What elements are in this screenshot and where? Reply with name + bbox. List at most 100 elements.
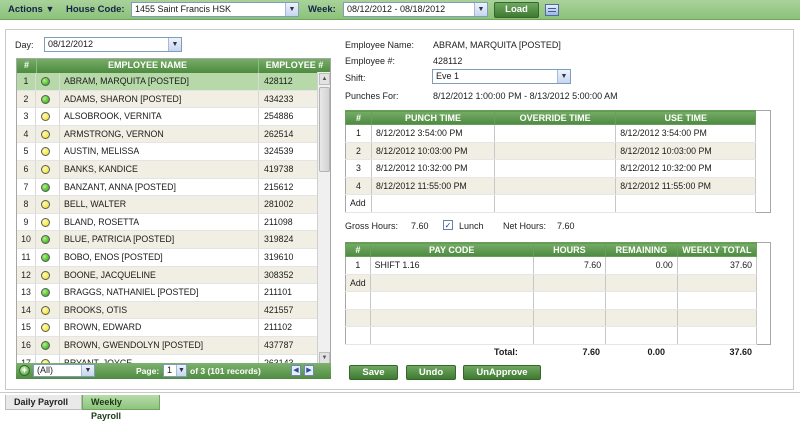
empty-cell bbox=[370, 274, 534, 292]
save-button[interactable]: Save bbox=[349, 365, 398, 380]
col-header-num[interactable]: # bbox=[345, 242, 371, 257]
use-time-cell[interactable]: 8/12/2012 10:03:00 PM bbox=[615, 142, 757, 160]
undo-button[interactable]: Undo bbox=[406, 365, 456, 380]
table-row[interactable]: 8 BELL, WALTER 281002 bbox=[17, 196, 319, 214]
employee-number: 308352 bbox=[258, 266, 319, 284]
net-hours-value: 7.60 bbox=[557, 221, 575, 231]
punch-time-cell[interactable]: 8/12/2012 10:03:00 PM bbox=[371, 142, 496, 160]
scroll-thumb[interactable] bbox=[319, 87, 330, 172]
tab-weekly-payroll[interactable]: Weekly Payroll bbox=[82, 395, 160, 421]
shift-select[interactable]: Eve 1 ▼ bbox=[432, 69, 571, 84]
chevron-down-icon[interactable]: ▼ bbox=[285, 3, 298, 16]
table-row[interactable]: 1 ABRAM, MARQUITA [POSTED] 428112 bbox=[17, 73, 319, 91]
col-header-override-time[interactable]: OVERRIDE TIME bbox=[494, 110, 617, 125]
table-row[interactable]: 10 BLUE, PATRICIA [POSTED] 319824 bbox=[17, 231, 319, 249]
empty-cell bbox=[605, 274, 678, 292]
day-select[interactable]: 08/12/2012 ▼ bbox=[44, 37, 182, 52]
unapprove-button[interactable]: UnApprove bbox=[463, 365, 541, 380]
punch-time-cell[interactable]: 8/12/2012 10:32:00 PM bbox=[371, 159, 496, 178]
calendar-dropdown-icon[interactable]: ▼ bbox=[168, 38, 181, 51]
col-header-punch-time[interactable]: PUNCH TIME bbox=[370, 110, 496, 125]
use-time-cell[interactable]: 8/12/2012 3:54:00 PM bbox=[615, 124, 757, 143]
table-row[interactable]: 2 8/12/2012 10:03:00 PM 8/12/2012 10:03:00… bbox=[345, 142, 771, 160]
employee-name: AUSTIN, MELISSA bbox=[59, 143, 257, 160]
lunch-checkbox[interactable]: ✓ bbox=[443, 220, 453, 230]
row-number: 14 bbox=[17, 301, 36, 319]
row-number: 3 bbox=[17, 108, 36, 125]
page-select[interactable]: 1 ▼ bbox=[163, 364, 187, 377]
add-icon[interactable]: + bbox=[19, 365, 30, 376]
punch-time-cell[interactable]: 8/12/2012 3:54:00 PM bbox=[371, 124, 496, 143]
row-number: 10 bbox=[17, 231, 36, 248]
table-row[interactable]: 7 BANZANT, ANNA [POSTED] 215612 bbox=[17, 178, 319, 197]
table-row[interactable]: 5 AUSTIN, MELISSA 324539 bbox=[17, 143, 319, 161]
row-number: 7 bbox=[17, 178, 36, 196]
load-button[interactable]: Load bbox=[494, 2, 539, 18]
table-row[interactable]: 11 BOBO, ENOS [POSTED] 319610 bbox=[17, 249, 319, 267]
table-row[interactable]: 1 SHIFT 1.16 7.60 0.00 37.60 bbox=[345, 256, 771, 275]
gross-hours-label: Gross Hours: bbox=[345, 221, 399, 231]
override-time-cell[interactable] bbox=[494, 124, 617, 143]
chevron-down-icon[interactable]: ▼ bbox=[176, 365, 186, 376]
col-header-use-time[interactable]: USE TIME bbox=[615, 110, 757, 125]
punch-time-cell[interactable]: 8/12/2012 11:55:00 PM bbox=[371, 177, 496, 195]
actions-label[interactable]: Actions bbox=[8, 4, 43, 15]
use-time-cell[interactable]: 8/12/2012 10:32:00 PM bbox=[615, 159, 757, 178]
add-pay-code-row[interactable]: Add bbox=[345, 274, 771, 292]
next-page-icon[interactable]: ▶ bbox=[304, 365, 314, 376]
previous-page-icon[interactable]: ◀ bbox=[291, 365, 301, 376]
status-filter-select[interactable]: (All) ▼ bbox=[33, 364, 95, 377]
col-header-num[interactable]: # bbox=[17, 59, 36, 73]
table-row[interactable]: 6 BANKS, KANDICE 419738 bbox=[17, 161, 319, 179]
employee-grid-scrollbar[interactable]: ▲ ▼ bbox=[317, 72, 330, 365]
col-header-remaining[interactable]: REMAINING bbox=[605, 242, 678, 257]
chevron-down-icon[interactable]: ▼ bbox=[474, 3, 487, 16]
status-yellow-icon bbox=[41, 217, 50, 227]
table-row[interactable]: 1 8/12/2012 3:54:00 PM 8/12/2012 3:54:00 P… bbox=[345, 124, 771, 143]
tab-daily-payroll[interactable]: Daily Payroll bbox=[5, 395, 82, 410]
chevron-down-icon[interactable]: ▼ bbox=[81, 365, 94, 376]
table-row[interactable]: 17 BRYANT, JOYCE 263143 bbox=[17, 354, 319, 363]
week-select[interactable]: 08/12/2012 - 08/18/2012 ▼ bbox=[343, 2, 488, 17]
total-weekly: 37.60 bbox=[729, 347, 752, 357]
table-row[interactable]: 3 8/12/2012 10:32:00 PM 8/12/2012 10:32:00… bbox=[345, 159, 771, 178]
override-time-cell[interactable] bbox=[494, 142, 617, 160]
table-row[interactable]: 13 BRAGGS, NATHANIEL [POSTED] 211101 bbox=[17, 284, 319, 302]
table-row[interactable]: 9 BLAND, ROSETTA 211098 bbox=[17, 213, 319, 232]
override-time-cell[interactable] bbox=[494, 177, 617, 195]
col-header-weekly-total[interactable]: WEEKLY TOTAL bbox=[676, 242, 758, 257]
pay-code-cell[interactable]: SHIFT 1.16 bbox=[370, 256, 534, 275]
table-row[interactable]: 4 8/12/2012 11:55:00 PM 8/12/2012 11:55:00… bbox=[345, 177, 771, 195]
use-time-cell[interactable]: 8/12/2012 11:55:00 PM bbox=[615, 177, 757, 195]
table-row[interactable]: 14 BROOKS, OTIS 421557 bbox=[17, 301, 319, 320]
table-row[interactable]: 3 ALSOBROOK, VERNITA 254886 bbox=[17, 108, 319, 126]
col-header-employee-name[interactable]: EMPLOYEE NAME bbox=[36, 59, 258, 73]
employee-name: ABRAM, MARQUITA [POSTED] bbox=[59, 73, 257, 90]
table-row[interactable]: 15 BROWN, EDWARD 211102 bbox=[17, 319, 319, 337]
chevron-down-icon[interactable]: ▼ bbox=[557, 70, 570, 83]
add-pay-code-link[interactable]: Add bbox=[345, 274, 371, 292]
col-header-employee-number[interactable]: EMPLOYEE # bbox=[258, 59, 330, 73]
col-header-hours[interactable]: HOURS bbox=[532, 242, 607, 257]
table-row[interactable]: 12 BOONE, JACQUELINE 308352 bbox=[17, 266, 319, 285]
col-header-num[interactable]: # bbox=[345, 110, 372, 125]
grid-spacer bbox=[756, 291, 771, 309]
hours-cell[interactable]: 7.60 bbox=[533, 256, 607, 275]
week-value: 08/12/2012 - 08/18/2012 bbox=[347, 4, 446, 14]
override-time-cell[interactable] bbox=[494, 159, 617, 178]
col-header-pay-code[interactable]: PAY CODE bbox=[369, 242, 534, 257]
employee-number: 419738 bbox=[258, 161, 319, 178]
chevron-down-icon[interactable]: ▼ bbox=[45, 4, 54, 14]
table-row[interactable]: 4 ARMSTRONG, VERNON 262514 bbox=[17, 125, 319, 144]
export-icon[interactable] bbox=[545, 4, 559, 16]
table-row[interactable]: 2 ADAMS, SHARON [POSTED] 434233 bbox=[17, 90, 319, 109]
actions-menu[interactable]: Actions ▼ bbox=[8, 4, 54, 15]
status-yellow-icon bbox=[41, 200, 50, 210]
house-code-select[interactable]: 1455 Saint Francis HSK ▼ bbox=[131, 2, 299, 17]
add-punch-row[interactable]: Add bbox=[345, 194, 771, 213]
add-punch-link[interactable]: Add bbox=[345, 194, 372, 213]
table-row[interactable]: 16 BROWN, GWENDOLYN [POSTED] 437787 bbox=[17, 337, 319, 355]
scroll-up-icon[interactable]: ▲ bbox=[319, 73, 330, 85]
empty-cell bbox=[345, 326, 371, 345]
punches-for-value: 8/12/2012 1:00:00 PM - 8/13/2012 5:00:00… bbox=[433, 91, 618, 101]
